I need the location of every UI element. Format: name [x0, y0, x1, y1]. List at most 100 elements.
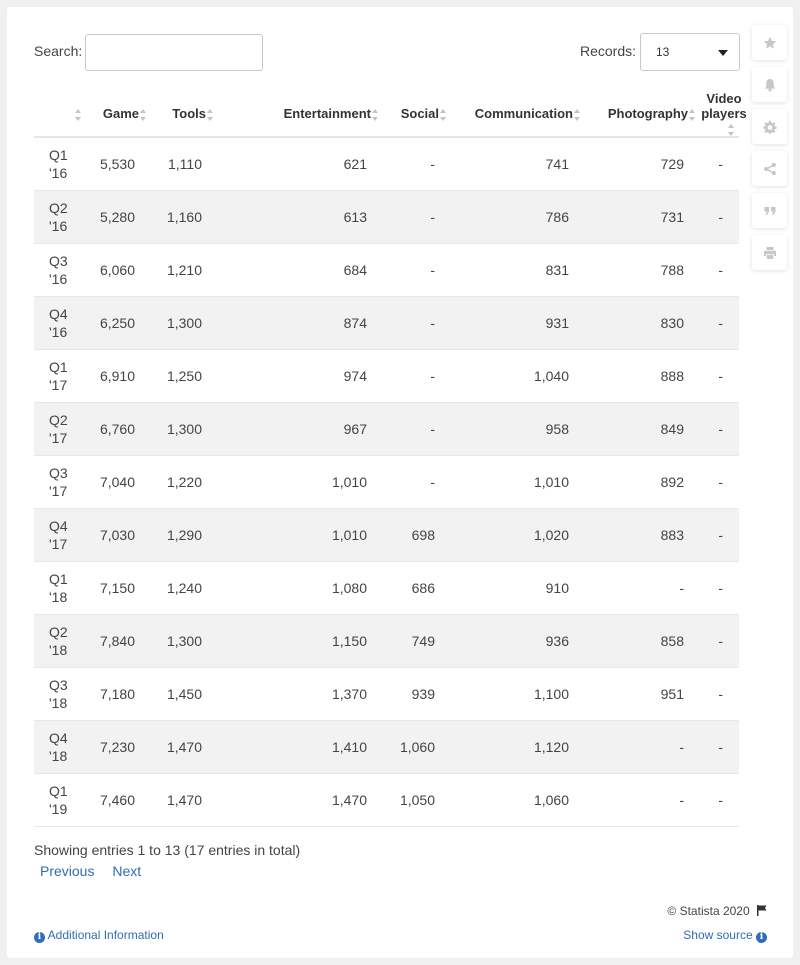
table-cell: - — [700, 349, 739, 403]
column-header-quarter[interactable] — [34, 91, 86, 138]
table-cell: 1,050 — [383, 773, 451, 827]
table-cell: - — [700, 667, 739, 721]
table-cell: 686 — [383, 561, 451, 615]
table-cell: 1,010 — [218, 455, 383, 509]
column-header-label: Photography — [607, 106, 688, 121]
table-cell: - — [383, 402, 451, 456]
table-cell: 892 — [585, 455, 700, 509]
table-cell: 684 — [218, 243, 383, 297]
copyright-text: © Statista 2020 — [667, 904, 750, 918]
table-cell: 7,180 — [86, 667, 151, 721]
table-cell: 888 — [585, 349, 700, 403]
table-cell: 936 — [451, 614, 585, 668]
sort-icon — [574, 108, 581, 121]
table-cell: 5,530 — [86, 137, 151, 191]
table-cell: 974 — [218, 349, 383, 403]
show-source-link[interactable]: Show source i — [683, 928, 767, 943]
share-button[interactable] — [752, 151, 787, 186]
table-cell: 1,240 — [151, 561, 218, 615]
favorite-button[interactable] — [752, 25, 787, 60]
table-cell: - — [700, 455, 739, 509]
table-cell: 883 — [585, 508, 700, 562]
table-cell: 931 — [451, 296, 585, 350]
records-label: Records: — [580, 43, 637, 59]
search-input[interactable] — [85, 34, 263, 71]
sort-icon — [689, 108, 696, 121]
settings-button[interactable] — [752, 109, 787, 144]
flag-icon[interactable] — [757, 905, 767, 916]
table-cell: 858 — [585, 614, 700, 668]
table-cell: 7,150 — [86, 561, 151, 615]
caret-down-icon — [718, 50, 728, 56]
cite-button[interactable] — [752, 193, 787, 228]
table-header-row: Game Tools Entertainment Social Communicatio… — [34, 91, 747, 138]
table-cell: - — [700, 296, 739, 350]
table-cell: 7,030 — [86, 508, 151, 562]
table-cell: 958 — [451, 402, 585, 456]
column-header-communication[interactable]: Communication — [451, 91, 585, 138]
row-label-cell: Q1 '19 — [34, 773, 86, 827]
row-label-cell: Q4 '17 — [34, 508, 86, 562]
table-cell: 939 — [383, 667, 451, 721]
table-cell: 849 — [585, 402, 700, 456]
previous-button[interactable]: Previous — [40, 863, 94, 879]
sort-icon — [75, 108, 82, 121]
show-source-label: Show source — [683, 928, 753, 942]
row-label-cell: Q2 '18 — [34, 614, 86, 668]
copyright: © Statista 2020 — [667, 904, 767, 918]
column-header-entertainment[interactable]: Entertainment — [218, 91, 383, 138]
table-cell: 1,300 — [151, 402, 218, 456]
data-table: Game Tools Entertainment Social Communicatio… — [34, 91, 747, 827]
table-cell: 5,280 — [86, 190, 151, 244]
column-header-label: Game — [102, 106, 139, 121]
next-button[interactable]: Next — [112, 863, 141, 879]
table-cell: 1,300 — [151, 614, 218, 668]
sort-icon — [728, 123, 735, 136]
table-cell: 1,470 — [151, 773, 218, 827]
row-label-cell: Q4 '18 — [34, 720, 86, 774]
table-cell: 1,250 — [151, 349, 218, 403]
table-cell: - — [700, 508, 739, 562]
column-header-photography[interactable]: Photography — [585, 91, 700, 138]
table-cell: 621 — [218, 137, 383, 191]
notification-button[interactable] — [752, 67, 787, 102]
table-cell: 1,220 — [151, 455, 218, 509]
gear-icon — [762, 120, 777, 134]
column-header-game[interactable]: Game — [86, 91, 151, 138]
table-cell: 6,760 — [86, 402, 151, 456]
column-header-social[interactable]: Social — [383, 91, 451, 138]
table-cell: 1,160 — [151, 190, 218, 244]
table-row: Q2 '17 6,760 1,300 967-958 849- — [34, 402, 739, 456]
table-cell: 831 — [451, 243, 585, 297]
table-cell: 1,150 — [218, 614, 383, 668]
table-cell: 729 — [585, 137, 700, 191]
bell-icon — [764, 78, 775, 91]
table-cell: 749 — [383, 614, 451, 668]
table-cell: 786 — [451, 190, 585, 244]
table-cell: - — [383, 137, 451, 191]
table-cell: 1,410 — [218, 720, 383, 774]
side-toolbar — [752, 25, 787, 277]
table-cell: 951 — [585, 667, 700, 721]
column-header-tools[interactable]: Tools — [151, 91, 218, 138]
column-header-video-players[interactable]: Video players — [700, 91, 747, 138]
row-label-cell: Q3 '16 — [34, 243, 86, 297]
star-icon — [763, 36, 776, 49]
entries-info: Showing entries 1 to 13 (17 entries in t… — [34, 842, 301, 858]
records-select[interactable]: 13 — [640, 33, 740, 71]
table-cell: 1,060 — [451, 773, 585, 827]
table-cell: 7,840 — [86, 614, 151, 668]
additional-information-link[interactable]: i Additional Information — [34, 928, 164, 943]
info-icon: i — [34, 932, 45, 943]
table-cell: 7,230 — [86, 720, 151, 774]
table-cell: 830 — [585, 296, 700, 350]
table-cell: 6,250 — [86, 296, 151, 350]
table-cell: 910 — [451, 561, 585, 615]
table-row: Q2 '18 7,840 1,300 1,150 749 936 858- — [34, 614, 739, 668]
table-cell: 1,300 — [151, 296, 218, 350]
table-row: Q3 '16 6,060 1,210 684-831 788- — [34, 243, 739, 297]
table-cell: 731 — [585, 190, 700, 244]
table-cell: 1,470 — [218, 773, 383, 827]
print-button[interactable] — [752, 235, 787, 270]
table-cell: - — [700, 614, 739, 668]
